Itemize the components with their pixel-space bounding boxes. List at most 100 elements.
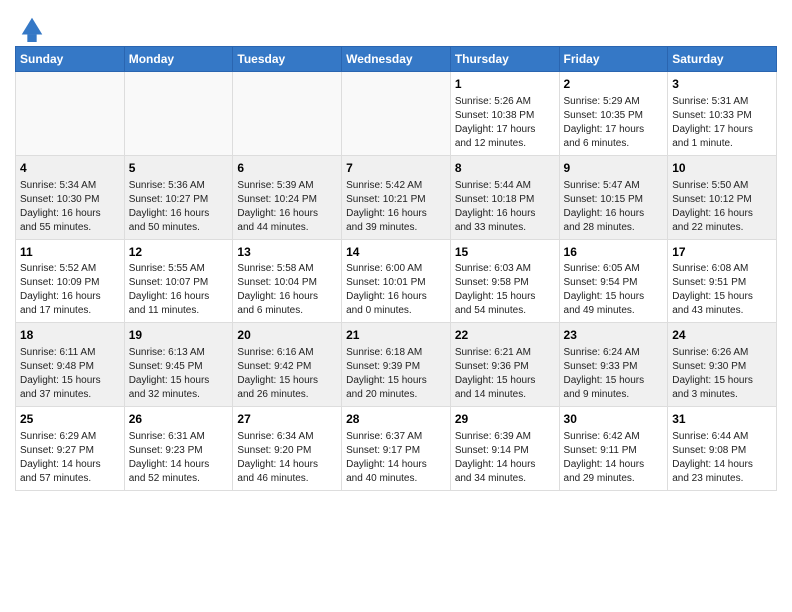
day-number: 29 bbox=[455, 411, 555, 428]
day-number: 22 bbox=[455, 327, 555, 344]
day-number: 10 bbox=[672, 160, 772, 177]
day-number: 25 bbox=[20, 411, 120, 428]
calendar-cell-week4-day6: 23Sunrise: 6:24 AMSunset: 9:33 PMDayligh… bbox=[559, 323, 668, 407]
day-content: Sunrise: 5:52 AMSunset: 10:09 PMDaylight… bbox=[20, 262, 120, 318]
header bbox=[15, 10, 777, 38]
day-number: 5 bbox=[129, 160, 229, 177]
day-content: Sunrise: 6:13 AMSunset: 9:45 PMDaylight:… bbox=[129, 346, 229, 402]
day-number: 11 bbox=[20, 244, 120, 261]
day-content: Sunrise: 5:55 AMSunset: 10:07 PMDaylight… bbox=[129, 262, 229, 318]
day-content: Sunrise: 5:39 AMSunset: 10:24 PMDaylight… bbox=[237, 179, 337, 235]
day-content: Sunrise: 5:44 AMSunset: 10:18 PMDaylight… bbox=[455, 179, 555, 235]
day-content: Sunrise: 6:11 AMSunset: 9:48 PMDaylight:… bbox=[20, 346, 120, 402]
calendar-cell-week1-day4 bbox=[342, 72, 451, 156]
weekday-header-friday: Friday bbox=[559, 47, 668, 72]
day-number: 14 bbox=[346, 244, 446, 261]
weekday-header-tuesday: Tuesday bbox=[233, 47, 342, 72]
day-content: Sunrise: 5:42 AMSunset: 10:21 PMDaylight… bbox=[346, 179, 446, 235]
week-row-5: 25 Sunrise: 6:29 AMSunset: 9:27 PMDayligh… bbox=[16, 407, 777, 491]
day-number: 18 bbox=[20, 327, 120, 344]
day-number: 20 bbox=[237, 327, 337, 344]
calendar-cell-week2-day4: 7 Sunrise: 5:42 AMSunset: 10:21 PMDayligh… bbox=[342, 155, 451, 239]
calendar-cell-week3-day6: 16Sunrise: 6:05 AMSunset: 9:54 PMDayligh… bbox=[559, 239, 668, 323]
week-row-2: 4 Sunrise: 5:34 AMSunset: 10:30 PMDayligh… bbox=[16, 155, 777, 239]
weekday-header-monday: Monday bbox=[124, 47, 233, 72]
day-number: 31 bbox=[672, 411, 772, 428]
weekday-header-wednesday: Wednesday bbox=[342, 47, 451, 72]
calendar-cell-week1-day3 bbox=[233, 72, 342, 156]
logo bbox=[15, 14, 46, 38]
day-content: Sunrise: 6:18 AMSunset: 9:39 PMDaylight:… bbox=[346, 346, 446, 402]
logo-text bbox=[15, 14, 46, 38]
calendar-cell-week3-day5: 15Sunrise: 6:03 AMSunset: 9:58 PMDayligh… bbox=[450, 239, 559, 323]
calendar-cell-week3-day4: 14Sunrise: 6:00 AMSunset: 10:01 PMDaylig… bbox=[342, 239, 451, 323]
calendar-cell-week3-day2: 12Sunrise: 5:55 AMSunset: 10:07 PMDaylig… bbox=[124, 239, 233, 323]
day-number: 7 bbox=[346, 160, 446, 177]
day-number: 6 bbox=[237, 160, 337, 177]
day-number: 19 bbox=[129, 327, 229, 344]
day-content: Sunrise: 6:39 AMSunset: 9:14 PMDaylight:… bbox=[455, 430, 555, 486]
day-number: 23 bbox=[564, 327, 664, 344]
week-row-1: 1 Sunrise: 5:26 AMSunset: 10:38 PMDayligh… bbox=[16, 72, 777, 156]
day-content: Sunrise: 5:58 AMSunset: 10:04 PMDaylight… bbox=[237, 262, 337, 318]
day-content: Sunrise: 6:44 AMSunset: 9:08 PMDaylight:… bbox=[672, 430, 772, 486]
day-number: 26 bbox=[129, 411, 229, 428]
day-content: Sunrise: 6:16 AMSunset: 9:42 PMDaylight:… bbox=[237, 346, 337, 402]
calendar-table: SundayMondayTuesdayWednesdayThursdayFrid… bbox=[15, 46, 777, 491]
day-content: Sunrise: 5:26 AMSunset: 10:38 PMDaylight… bbox=[455, 95, 555, 151]
weekday-header-saturday: Saturday bbox=[668, 47, 777, 72]
day-content: Sunrise: 6:21 AMSunset: 9:36 PMDaylight:… bbox=[455, 346, 555, 402]
calendar-cell-week1-day1 bbox=[16, 72, 125, 156]
calendar-cell-week2-day1: 4 Sunrise: 5:34 AMSunset: 10:30 PMDayligh… bbox=[16, 155, 125, 239]
calendar-cell-week1-day6: 2Sunrise: 5:29 AMSunset: 10:35 PMDayligh… bbox=[559, 72, 668, 156]
day-number: 15 bbox=[455, 244, 555, 261]
day-number: 9 bbox=[564, 160, 664, 177]
week-row-3: 11Sunrise: 5:52 AMSunset: 10:09 PMDaylig… bbox=[16, 239, 777, 323]
day-content: Sunrise: 6:29 AMSunset: 9:27 PMDaylight:… bbox=[20, 430, 120, 486]
day-number: 24 bbox=[672, 327, 772, 344]
day-content: Sunrise: 5:36 AMSunset: 10:27 PMDaylight… bbox=[129, 179, 229, 235]
calendar-cell-week3-day1: 11Sunrise: 5:52 AMSunset: 10:09 PMDaylig… bbox=[16, 239, 125, 323]
day-content: Sunrise: 6:26 AMSunset: 9:30 PMDaylight:… bbox=[672, 346, 772, 402]
calendar-cell-week3-day7: 17Sunrise: 6:08 AMSunset: 9:51 PMDayligh… bbox=[668, 239, 777, 323]
calendar-cell-week5-day5: 29 Sunrise: 6:39 AMSunset: 9:14 PMDayligh… bbox=[450, 407, 559, 491]
day-content: Sunrise: 6:31 AMSunset: 9:23 PMDaylight:… bbox=[129, 430, 229, 486]
day-number: 4 bbox=[20, 160, 120, 177]
day-content: Sunrise: 6:03 AMSunset: 9:58 PMDaylight:… bbox=[455, 262, 555, 318]
day-content: Sunrise: 6:42 AMSunset: 9:11 PMDaylight:… bbox=[564, 430, 664, 486]
calendar-cell-week5-day7: 31 Sunrise: 6:44 AMSunset: 9:08 PMDayligh… bbox=[668, 407, 777, 491]
calendar-cell-week5-day2: 26 Sunrise: 6:31 AMSunset: 9:23 PMDayligh… bbox=[124, 407, 233, 491]
calendar-cell-week5-day1: 25 Sunrise: 6:29 AMSunset: 9:27 PMDayligh… bbox=[16, 407, 125, 491]
calendar-cell-week4-day5: 22 Sunrise: 6:21 AMSunset: 9:36 PMDayligh… bbox=[450, 323, 559, 407]
calendar-cell-week4-day3: 20 Sunrise: 6:16 AMSunset: 9:42 PMDayligh… bbox=[233, 323, 342, 407]
day-number: 16 bbox=[564, 244, 664, 261]
calendar-cell-week4-day1: 18 Sunrise: 6:11 AMSunset: 9:48 PMDayligh… bbox=[16, 323, 125, 407]
calendar-cell-week1-day2 bbox=[124, 72, 233, 156]
day-content: Sunrise: 5:29 AMSunset: 10:35 PMDaylight… bbox=[564, 95, 664, 151]
weekday-header-sunday: Sunday bbox=[16, 47, 125, 72]
calendar-cell-week2-day6: 9 Sunrise: 5:47 AMSunset: 10:15 PMDayligh… bbox=[559, 155, 668, 239]
day-content: Sunrise: 6:34 AMSunset: 9:20 PMDaylight:… bbox=[237, 430, 337, 486]
calendar-cell-week4-day4: 21Sunrise: 6:18 AMSunset: 9:39 PMDayligh… bbox=[342, 323, 451, 407]
calendar-cell-week3-day3: 13Sunrise: 5:58 AMSunset: 10:04 PMDaylig… bbox=[233, 239, 342, 323]
day-content: Sunrise: 5:34 AMSunset: 10:30 PMDaylight… bbox=[20, 179, 120, 235]
day-content: Sunrise: 5:47 AMSunset: 10:15 PMDaylight… bbox=[564, 179, 664, 235]
weekday-header-row: SundayMondayTuesdayWednesdayThursdayFrid… bbox=[16, 47, 777, 72]
day-content: Sunrise: 5:31 AMSunset: 10:33 PMDaylight… bbox=[672, 95, 772, 151]
calendar-cell-week2-day7: 10Sunrise: 5:50 AMSunset: 10:12 PMDaylig… bbox=[668, 155, 777, 239]
day-number: 1 bbox=[455, 76, 555, 93]
calendar-cell-week5-day3: 27 Sunrise: 6:34 AMSunset: 9:20 PMDayligh… bbox=[233, 407, 342, 491]
day-content: Sunrise: 6:37 AMSunset: 9:17 PMDaylight:… bbox=[346, 430, 446, 486]
day-number: 17 bbox=[672, 244, 772, 261]
week-row-4: 18 Sunrise: 6:11 AMSunset: 9:48 PMDayligh… bbox=[16, 323, 777, 407]
day-number: 30 bbox=[564, 411, 664, 428]
day-content: Sunrise: 6:05 AMSunset: 9:54 PMDaylight:… bbox=[564, 262, 664, 318]
calendar-page: SundayMondayTuesdayWednesdayThursdayFrid… bbox=[0, 0, 792, 612]
day-content: Sunrise: 6:08 AMSunset: 9:51 PMDaylight:… bbox=[672, 262, 772, 318]
day-number: 13 bbox=[237, 244, 337, 261]
day-number: 12 bbox=[129, 244, 229, 261]
calendar-cell-week5-day6: 30 Sunrise: 6:42 AMSunset: 9:11 PMDayligh… bbox=[559, 407, 668, 491]
calendar-cell-week2-day2: 5 Sunrise: 5:36 AMSunset: 10:27 PMDayligh… bbox=[124, 155, 233, 239]
day-number: 27 bbox=[237, 411, 337, 428]
day-number: 8 bbox=[455, 160, 555, 177]
